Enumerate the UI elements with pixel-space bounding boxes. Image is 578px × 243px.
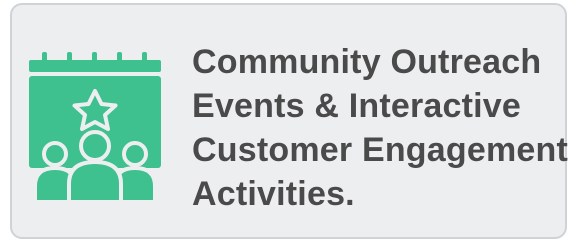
calendar-star-people-icon [29, 52, 169, 204]
description-line-1: Community Outreach [192, 43, 542, 81]
description-line-2: Events & Interactive [192, 87, 522, 125]
description-line-4: Activities. [192, 175, 355, 213]
description-line-3: Customer Engagement [192, 131, 568, 169]
card-description: Community Outreach Events & Interactive … [192, 40, 568, 216]
info-card: Community Outreach Events & Interactive … [10, 3, 568, 239]
